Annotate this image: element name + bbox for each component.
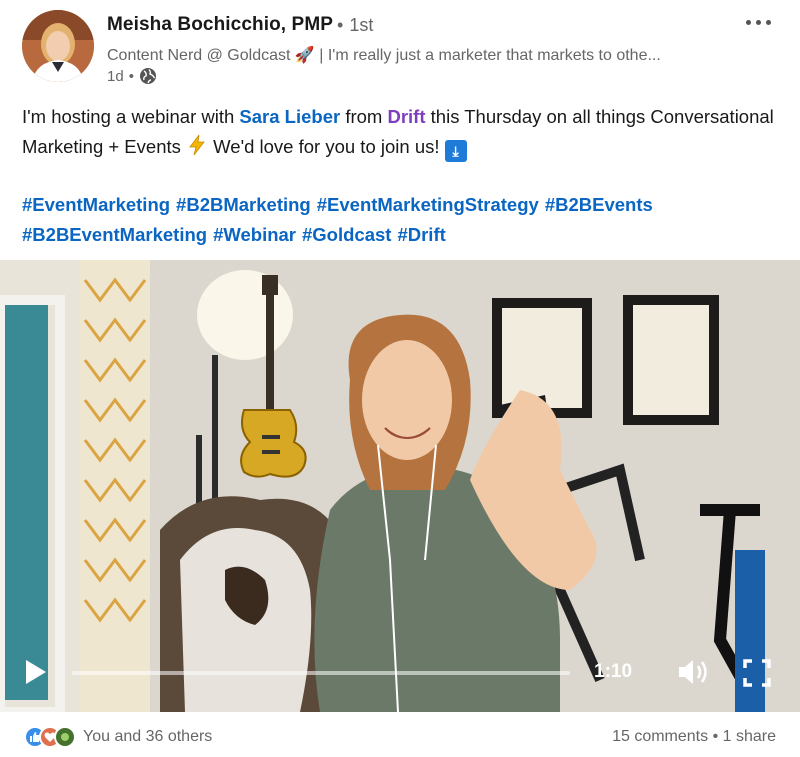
post-meta: 1d • — [107, 67, 157, 85]
down-arrow-icon: ⤓ — [444, 139, 467, 162]
author-name[interactable]: Meisha Bochicchio, PMP — [107, 14, 333, 36]
video-progress-bar[interactable] — [72, 671, 570, 675]
connection-degree: • 1st — [337, 15, 374, 35]
fullscreen-icon[interactable] — [742, 658, 772, 688]
engagement-counts: 15 comments • 1 share — [612, 728, 776, 746]
degree-label: 1st — [349, 15, 374, 35]
video-controls: 1:10 — [0, 644, 800, 704]
hashtag-link[interactable]: #EventMarketing — [22, 194, 170, 215]
hashtag-list: #EventMarketing #B2BMarketing #EventMarket… — [22, 190, 782, 249]
post-text-part: from — [340, 106, 388, 127]
post-text-part: I'm hosting a webinar with — [22, 106, 240, 127]
post-header: Meisha Bochicchio, PMP • 1st Content Nerd… — [0, 0, 800, 100]
engagement-separator: • — [708, 728, 723, 745]
more-options-button[interactable] — [738, 8, 778, 36]
mention-company-link[interactable]: Drift — [387, 106, 425, 127]
mention-person-link[interactable]: Sara Lieber — [239, 106, 340, 127]
post-body: I'm hosting a webinar with Sara Lieber f… — [22, 102, 782, 162]
hashtag-link[interactable]: #B2BMarketing — [176, 194, 311, 215]
lightning-icon — [189, 134, 205, 155]
shares-count-link[interactable]: 1 share — [723, 728, 776, 745]
reactions-count-label: You and 36 others — [83, 728, 213, 745]
hashtag-link[interactable]: #Webinar — [213, 224, 296, 245]
post-text-part: We'd love for you to join us! — [208, 135, 445, 157]
globe-icon — [139, 68, 156, 84]
volume-icon[interactable] — [676, 657, 710, 687]
video-time: 1:10 — [594, 661, 633, 682]
play-icon[interactable] — [22, 658, 50, 686]
support-reaction-icon — [54, 726, 76, 748]
dot-icon — [765, 19, 771, 25]
comments-count-link[interactable]: 15 comments — [612, 728, 708, 745]
hashtag-link[interactable]: #B2BEventMarketing — [22, 224, 207, 245]
hashtag-link[interactable]: #Goldcast — [302, 224, 391, 245]
hashtag-link[interactable]: #B2BEvents — [545, 194, 653, 215]
reactions-summary[interactable]: You and 36 others — [24, 726, 212, 748]
hashtag-link[interactable]: #EventMarketingStrategy — [317, 194, 539, 215]
hashtag-link[interactable]: #Drift — [397, 224, 445, 245]
author-headline: Content Nerd @ Goldcast 🚀 | I'm really j… — [107, 47, 661, 64]
avatar[interactable] — [22, 10, 94, 82]
dot-icon — [745, 19, 751, 25]
dot-icon — [755, 19, 761, 25]
post-time: 1d — [107, 67, 124, 85]
meta-separator: • — [128, 67, 134, 85]
video-player[interactable]: 1:10 — [0, 260, 800, 712]
social-counts: You and 36 others 15 comments • 1 share — [0, 716, 800, 757]
